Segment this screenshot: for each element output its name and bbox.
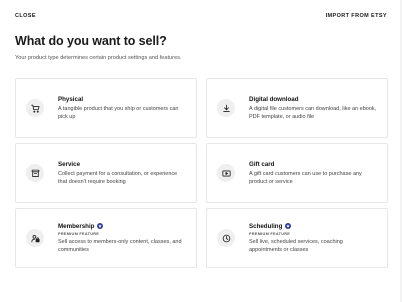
card-title: Physical: [58, 95, 84, 103]
card-description: A digital file customers can download, l…: [249, 105, 377, 120]
card-description: Sell live, scheduled services, coaching …: [249, 238, 343, 253]
premium-star-icon: [97, 223, 104, 229]
premium-feature-label: PREMIUM FEATURE: [249, 231, 291, 236]
card-title: Membership: [58, 222, 95, 230]
page-title: What do you want to sell?: [15, 34, 167, 48]
membership-icon: [26, 229, 44, 247]
clock-icon: [217, 229, 235, 247]
card-description: A gift card customers can use to purchas…: [249, 170, 362, 185]
close-button[interactable]: CLOSE: [15, 13, 36, 19]
card-text: Membership PREMIUM FEATURE Sell access t…: [58, 223, 186, 254]
card-title-row: Membership: [58, 223, 186, 230]
premium-star-icon: [285, 223, 292, 229]
card-title-row: Scheduling: [249, 223, 377, 230]
product-type-service-card[interactable]: Service Collect payment for a consultati…: [15, 143, 197, 203]
download-icon: [217, 99, 235, 117]
card-text: Digital download A digital file customer…: [249, 96, 377, 121]
product-type-membership-card[interactable]: Membership PREMIUM FEATURE Sell access t…: [15, 208, 197, 268]
card-title: Scheduling: [249, 222, 283, 230]
product-type-scheduling-card[interactable]: Scheduling PREMIUM FEATURE Sell live, sc…: [206, 208, 388, 268]
select-product-type-page: CLOSE IMPORT FROM ETSY What do you want …: [0, 0, 402, 302]
card-title: Service: [58, 160, 81, 168]
card-text: Service Collect payment for a consultati…: [58, 161, 186, 186]
import-from-etsy-button[interactable]: IMPORT FROM ETSY: [326, 13, 387, 19]
card-title-row: Service: [58, 161, 186, 168]
product-type-digital-download-card[interactable]: Digital download A digital file customer…: [206, 78, 388, 138]
card-text: Scheduling PREMIUM FEATURE Sell live, sc…: [249, 223, 377, 254]
card-text: Physical A tangible product that you shi…: [58, 96, 186, 121]
card-text: Gift card A gift card customers can use …: [249, 161, 377, 186]
top-bar: CLOSE IMPORT FROM ETSY: [15, 13, 387, 19]
card-title-row: Digital download: [249, 96, 377, 103]
product-type-grid: Physical A tangible product that you shi…: [15, 78, 388, 268]
card-title: Digital download: [249, 95, 299, 103]
card-description: Collect payment for a consultation, or e…: [58, 170, 178, 185]
card-title-row: Physical: [58, 96, 186, 103]
card-title-row: Gift card: [249, 161, 377, 168]
service-icon: [26, 164, 44, 182]
card-title: Gift card: [249, 160, 275, 168]
card-description: Sell access to members-only content, cla…: [58, 238, 182, 253]
premium-feature-label: PREMIUM FEATURE: [58, 231, 100, 236]
shopping-cart-icon: [26, 99, 44, 117]
gift-card-icon: [217, 164, 235, 182]
page-subtitle: Your product type determines certain pro…: [15, 55, 182, 61]
product-type-gift-card-card[interactable]: Gift card A gift card customers can use …: [206, 143, 388, 203]
card-description: A tangible product that you ship or cust…: [58, 105, 179, 120]
product-type-physical-card[interactable]: Physical A tangible product that you shi…: [15, 78, 197, 138]
